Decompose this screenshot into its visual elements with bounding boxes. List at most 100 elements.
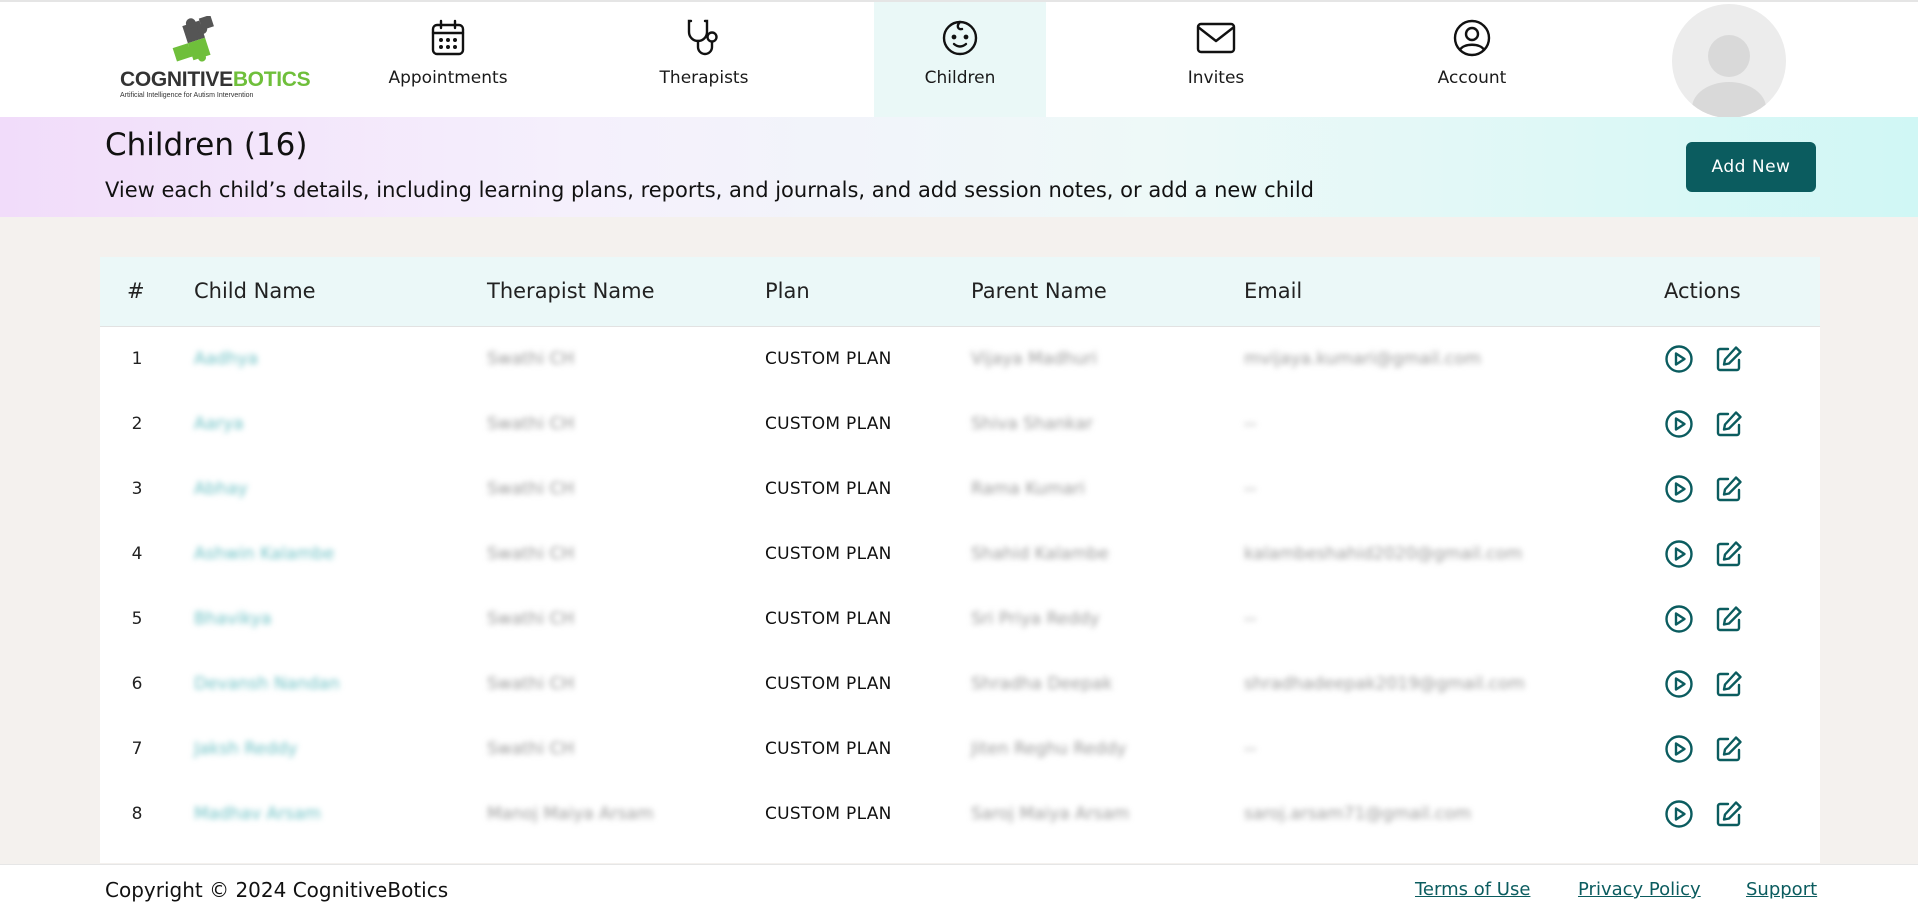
child-name-link[interactable]: Jaksh Reddy xyxy=(194,717,297,782)
plan-name: CUSTOM PLAN xyxy=(765,609,892,629)
plan-name: CUSTOM PLAN xyxy=(765,804,892,824)
therapist-name: Swathi CH xyxy=(487,414,575,434)
column-header-email: Email xyxy=(1244,279,1303,303)
column-header-therapist-name: Therapist Name xyxy=(487,279,655,303)
child-name-link[interactable]: Devansh Nandan xyxy=(194,652,340,717)
table-row: 7 Jaksh Reddy Swathi CH CUSTOM PLAN Jiten Re… xyxy=(100,717,1820,782)
child-name-link[interactable]: Bhavikya xyxy=(194,587,271,652)
page-subtitle: View each child’s details, including lea… xyxy=(105,178,1314,202)
row-index: 2 xyxy=(131,414,143,434)
therapist-name: Swathi CH xyxy=(487,609,575,629)
email-address: saroj.arsam71@gmail.com xyxy=(1244,804,1472,824)
child-name-link[interactable]: Madhav Arsam xyxy=(194,782,321,847)
row-index: 5 xyxy=(131,609,143,629)
child-name-link[interactable]: Ashwin Kalambe xyxy=(194,522,334,587)
row-index: 3 xyxy=(131,479,143,499)
top-navigation-bar: COGNITIVEBOTICS Artificial Intelligence … xyxy=(0,0,1918,119)
parent-name: Rama Kumari xyxy=(971,479,1086,499)
therapist-name: Swathi CH xyxy=(487,739,575,759)
edit-icon[interactable] xyxy=(1713,603,1745,635)
copyright-text: Copyright © 2024 CognitiveBotics xyxy=(105,878,449,902)
play-session-icon[interactable] xyxy=(1663,538,1695,570)
page-footer: Copyright © 2024 CognitiveBotics Terms o… xyxy=(0,864,1918,911)
user-avatar[interactable] xyxy=(1672,4,1786,118)
column-header-index: # xyxy=(127,279,145,303)
email-address: mvijaya.kumari@gmail.com xyxy=(1244,349,1482,369)
play-session-icon[interactable] xyxy=(1663,733,1695,765)
therapist-name: Swathi CH xyxy=(487,674,575,694)
play-session-icon[interactable] xyxy=(1663,408,1695,440)
table-row: 5 Bhavikya Swathi CH CUSTOM PLAN Sri Priya R… xyxy=(100,587,1820,652)
logo-wordmark: COGNITIVEBOTICS xyxy=(120,68,311,91)
plan-name: CUSTOM PLAN xyxy=(765,349,892,369)
plan-name: CUSTOM PLAN xyxy=(765,544,892,564)
page-header-banner: Children (16) View each child’s details,… xyxy=(0,117,1918,217)
edit-icon[interactable] xyxy=(1713,538,1745,570)
support-link[interactable]: Support xyxy=(1746,879,1817,900)
nav-label: Appointments xyxy=(388,68,508,88)
plan-name: CUSTOM PLAN xyxy=(765,739,892,759)
edit-icon[interactable] xyxy=(1713,408,1745,440)
play-session-icon[interactable] xyxy=(1663,668,1695,700)
nav-account[interactable]: Account xyxy=(1377,2,1567,119)
default-avatar-icon xyxy=(1692,35,1766,118)
play-session-icon[interactable] xyxy=(1663,473,1695,505)
parent-name: Sri Priya Reddy xyxy=(971,609,1100,629)
plan-name: CUSTOM PLAN xyxy=(765,479,892,499)
play-session-icon[interactable] xyxy=(1663,798,1695,830)
parent-name: Jiten Reghu Reddy xyxy=(971,739,1127,759)
parent-name: Shiva Shankar xyxy=(971,414,1093,434)
play-session-icon[interactable] xyxy=(1663,343,1695,375)
parent-name: Saroj Maiya Arsam xyxy=(971,804,1130,824)
table-header: # Child Name Therapist Name Plan Parent … xyxy=(100,257,1820,327)
nav-label: Account xyxy=(1437,68,1507,88)
nav-label: Therapists xyxy=(659,68,749,88)
edit-icon[interactable] xyxy=(1713,733,1745,765)
logo-tagline: Artificial Intelligence for Autism Inter… xyxy=(120,92,254,99)
child-name-link[interactable]: Aarya xyxy=(194,392,244,457)
nav-therapists[interactable]: Therapists xyxy=(609,2,799,119)
email-address: -- xyxy=(1244,479,1257,499)
children-table: # Child Name Therapist Name Plan Parent … xyxy=(100,257,1820,863)
row-index: 4 xyxy=(131,544,143,564)
column-header-plan: Plan xyxy=(765,279,810,303)
edit-icon[interactable] xyxy=(1713,668,1745,700)
child-name-link[interactable]: Aadhya xyxy=(194,327,258,392)
privacy-policy-link[interactable]: Privacy Policy xyxy=(1578,879,1701,900)
nav-invites[interactable]: Invites xyxy=(1121,2,1311,119)
calendar-icon xyxy=(428,18,468,58)
row-index: 8 xyxy=(131,804,143,824)
parent-name: Shahid Kalambe xyxy=(971,544,1109,564)
column-header-actions: Actions xyxy=(1664,279,1741,303)
table-row: 4 Ashwin Kalambe Swathi CH CUSTOM PLAN Shahi… xyxy=(100,522,1820,587)
nav-appointments[interactable]: Appointments xyxy=(353,2,543,119)
puzzle-logo-icon xyxy=(172,16,214,62)
cognitivebotics-logo[interactable]: COGNITIVEBOTICS Artificial Intelligence … xyxy=(118,16,311,102)
nav-label: Invites xyxy=(1187,68,1245,88)
child-face-icon xyxy=(940,18,980,58)
edit-icon[interactable] xyxy=(1713,473,1745,505)
user-circle-icon xyxy=(1452,18,1492,58)
table-row: 8 Madhav Arsam Manoj Maiya Arsam CUSTOM PLA… xyxy=(100,782,1820,847)
nav-children[interactable]: Children xyxy=(874,2,1046,119)
email-address: -- xyxy=(1244,414,1257,434)
child-name-link[interactable]: Abhay xyxy=(194,457,248,522)
page-title: Children (16) xyxy=(105,127,308,163)
nav-label: Children xyxy=(924,68,996,88)
email-address: -- xyxy=(1244,739,1257,759)
therapist-name: Manoj Maiya Arsam xyxy=(487,804,654,824)
add-new-child-button[interactable]: Add New xyxy=(1686,142,1816,192)
email-address: kalambeshahid2020@gmail.com xyxy=(1244,544,1523,564)
row-index: 7 xyxy=(131,739,143,759)
edit-icon[interactable] xyxy=(1713,343,1745,375)
edit-icon[interactable] xyxy=(1713,798,1745,830)
therapist-name: Swathi CH xyxy=(487,544,575,564)
table-row: 1 Aadhya Swathi CH CUSTOM PLAN Vijaya Madhur… xyxy=(100,327,1820,392)
table-row: 6 Devansh Nandan Swathi CH CUSTOM PLAN Shrad… xyxy=(100,652,1820,717)
column-header-parent-name: Parent Name xyxy=(971,279,1107,303)
stethoscope-icon xyxy=(684,18,724,58)
table-row: 2 Aarya Swathi CH CUSTOM PLAN Shiva Shankar -… xyxy=(100,392,1820,457)
play-session-icon[interactable] xyxy=(1663,603,1695,635)
column-header-child-name: Child Name xyxy=(194,279,316,303)
terms-of-use-link[interactable]: Terms of Use xyxy=(1415,879,1530,900)
